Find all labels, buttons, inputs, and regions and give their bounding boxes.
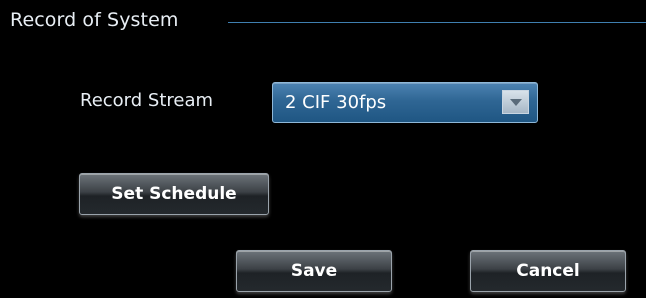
record-settings-panel: Record of System Record Stream 2 CIF 30f… xyxy=(0,0,646,298)
group-title: Record of System xyxy=(10,9,179,31)
set-schedule-button[interactable]: Set Schedule xyxy=(79,173,269,215)
record-stream-selected-value: 2 CIF 30fps xyxy=(285,92,387,113)
dropdown-arrow-button[interactable] xyxy=(502,90,529,114)
save-button-label: Save xyxy=(290,261,338,281)
cancel-button[interactable]: Cancel xyxy=(470,250,626,292)
cancel-button-label: Cancel xyxy=(516,261,580,281)
set-schedule-button-label: Set Schedule xyxy=(111,184,237,204)
record-stream-label: Record Stream xyxy=(80,90,214,111)
chevron-down-icon xyxy=(510,99,522,106)
save-button[interactable]: Save xyxy=(236,250,392,292)
group-divider xyxy=(228,22,646,23)
record-stream-select[interactable]: 2 CIF 30fps xyxy=(272,82,538,123)
